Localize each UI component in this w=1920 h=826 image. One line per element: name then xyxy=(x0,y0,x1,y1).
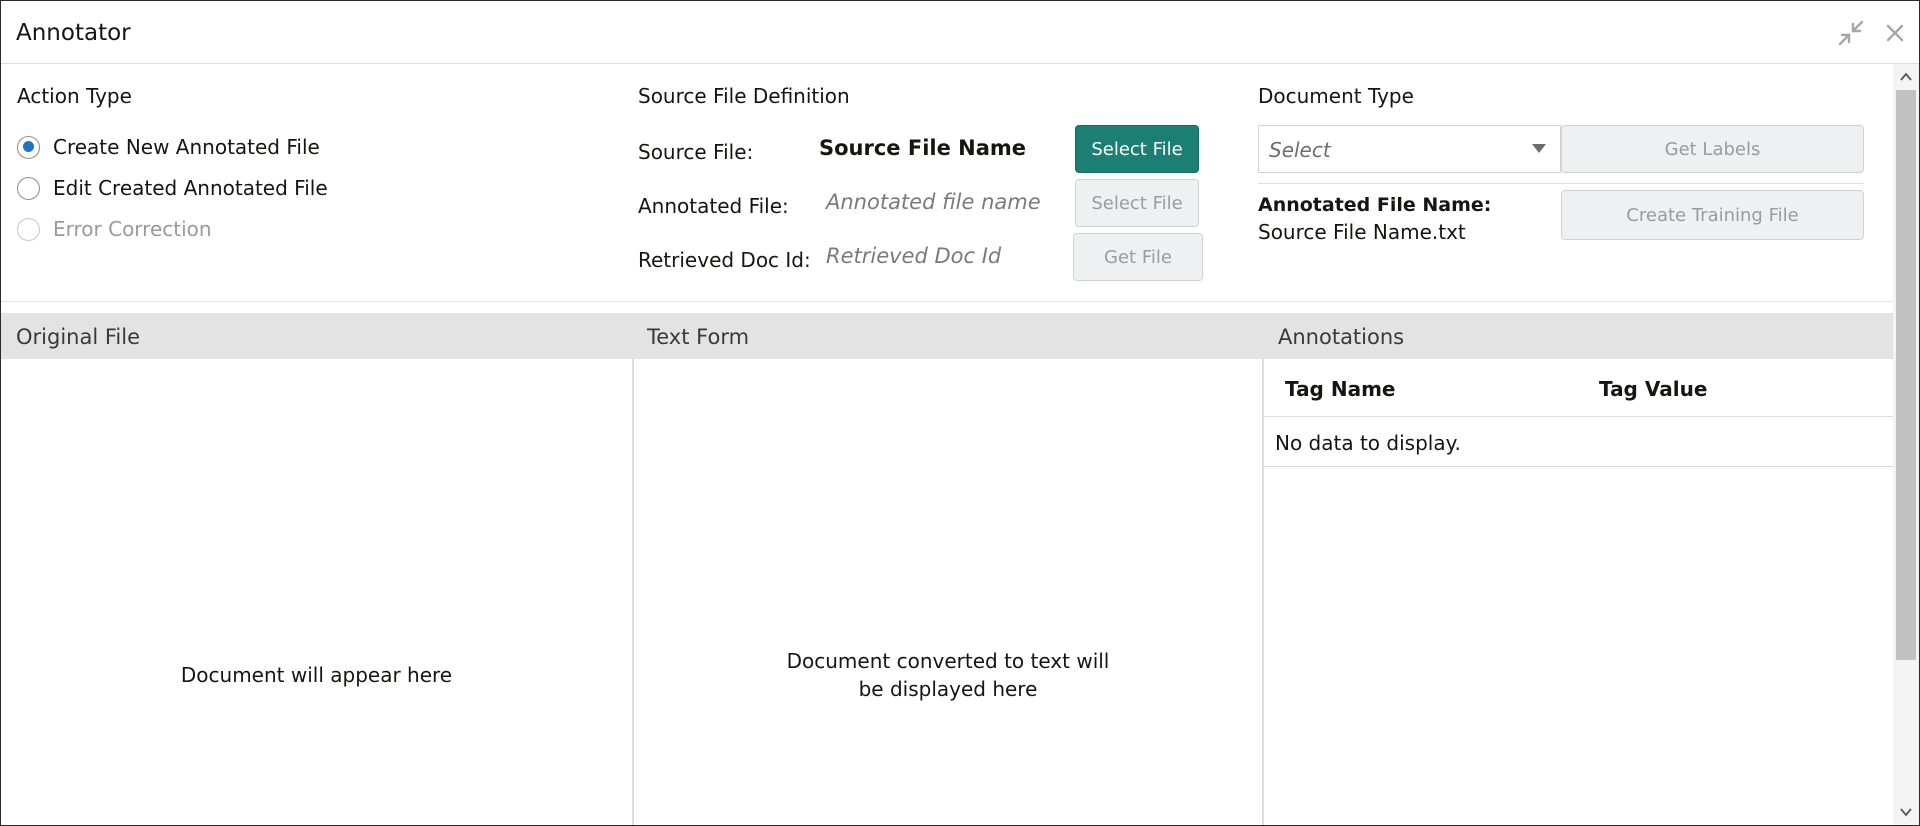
radio-label: Edit Created Annotated File xyxy=(53,176,328,200)
vertical-scrollbar[interactable] xyxy=(1893,64,1919,825)
action-type-heading: Action Type xyxy=(17,84,132,108)
panel-divider xyxy=(632,359,634,825)
select-placeholder: Select xyxy=(1269,138,1331,162)
table-row-divider xyxy=(1264,466,1893,467)
close-icon[interactable] xyxy=(1881,19,1909,47)
table-header-divider xyxy=(1264,416,1893,417)
original-file-title: Original File xyxy=(16,325,140,349)
retrieved-doc-id-label: Retrieved Doc Id: xyxy=(638,248,811,272)
radio-label: Error Correction xyxy=(53,217,212,241)
caret-down-icon xyxy=(1532,144,1546,153)
retrieved-doc-id-placeholder: Retrieved Doc Id xyxy=(826,244,1002,268)
radio-edit-created-annotated-file[interactable]: Edit Created Annotated File xyxy=(17,175,328,201)
annotated-file-label: Annotated File: xyxy=(638,194,789,218)
panel-divider xyxy=(1262,359,1264,825)
select-source-file-button[interactable]: Select File xyxy=(1075,125,1199,173)
source-file-label: Source File: xyxy=(638,140,754,164)
text-form-placeholder-line2: be displayed here xyxy=(858,677,1038,701)
document-type-select[interactable]: Select xyxy=(1258,125,1561,173)
original-file-placeholder: Document will appear here xyxy=(180,663,453,687)
scroll-up-icon[interactable] xyxy=(1893,66,1919,88)
source-file-definition-heading: Source File Definition xyxy=(638,84,850,108)
select-annotated-file-button: Select File xyxy=(1075,179,1199,227)
get-labels-button: Get Labels xyxy=(1561,125,1864,173)
text-form-placeholder: Document converted to text will be displ… xyxy=(634,647,1262,703)
text-form-placeholder-line1: Document converted to text will xyxy=(786,649,1110,673)
panel-header-bar: Original File Text Form Annotations xyxy=(1,313,1893,359)
tag-value-column-header[interactable]: Tag Value xyxy=(1599,377,1707,401)
radio-label: Create New Annotated File xyxy=(53,135,320,159)
annotated-file-placeholder: Annotated file name xyxy=(826,190,1041,214)
text-form-title: Text Form xyxy=(647,325,750,349)
section-divider xyxy=(1,301,1893,302)
empty-table-message: No data to display. xyxy=(1275,431,1461,455)
get-file-button: Get File xyxy=(1073,233,1203,281)
document-type-heading: Document Type xyxy=(1258,84,1414,108)
radio-button-checked[interactable] xyxy=(17,135,40,159)
dialog-title: Annotator xyxy=(16,20,131,46)
radio-button[interactable] xyxy=(17,176,40,200)
annotations-title: Annotations xyxy=(1278,325,1405,349)
annotator-dialog: Annotator Action Type Create New Annotat… xyxy=(0,0,1920,826)
collapse-arrows-icon[interactable] xyxy=(1837,19,1865,47)
scrollbar-thumb[interactable] xyxy=(1896,90,1916,660)
scroll-down-icon[interactable] xyxy=(1893,801,1919,823)
annotated-file-name-value: Source File Name.txt xyxy=(1258,220,1466,244)
source-file-value: Source File Name xyxy=(819,136,1027,160)
create-training-file-button: Create Training File xyxy=(1561,190,1864,240)
divider xyxy=(1258,183,1864,184)
radio-create-new-annotated-file[interactable]: Create New Annotated File xyxy=(17,134,320,160)
radio-error-correction: Error Correction xyxy=(17,216,212,242)
annotated-file-name-label: Annotated File Name: xyxy=(1258,194,1492,216)
title-bar: Annotator xyxy=(1,1,1919,64)
radio-button-disabled xyxy=(17,217,40,241)
tag-name-column-header[interactable]: Tag Name xyxy=(1285,377,1395,401)
